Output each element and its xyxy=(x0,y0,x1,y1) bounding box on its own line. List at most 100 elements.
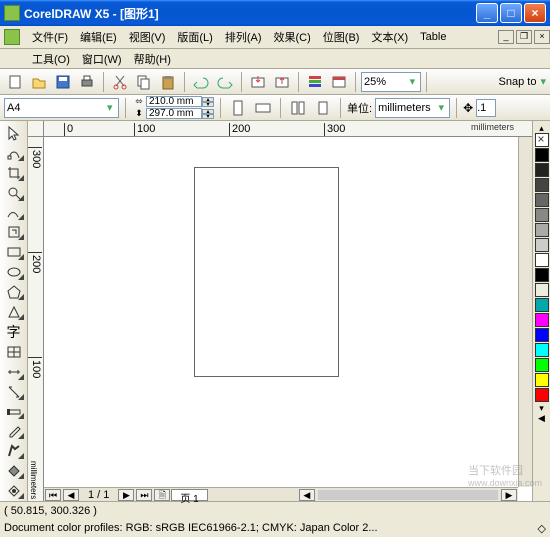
scrollbar-horizontal[interactable] xyxy=(318,490,498,500)
menu-edit[interactable]: 编辑(E) xyxy=(74,26,123,48)
scroll-right-button[interactable]: ▶ xyxy=(501,489,517,501)
mdi-restore[interactable]: ❐ xyxy=(516,30,532,44)
spin-down[interactable]: ▾ xyxy=(202,102,214,107)
color-swatch[interactable] xyxy=(535,298,549,312)
color-swatch[interactable] xyxy=(535,358,549,372)
cut-button[interactable] xyxy=(109,71,131,93)
maximize-button[interactable]: □ xyxy=(500,3,522,23)
landscape-button[interactable] xyxy=(252,97,274,119)
menu-bitmap[interactable]: 位图(B) xyxy=(317,26,366,48)
color-swatch[interactable] xyxy=(535,328,549,342)
print-button[interactable] xyxy=(76,71,98,93)
next-page-button[interactable]: ▶ xyxy=(118,489,134,501)
ruler-origin[interactable] xyxy=(28,121,44,137)
snapto-label[interactable]: Snap to xyxy=(499,76,539,88)
currentpage-button[interactable] xyxy=(312,97,334,119)
color-swatch[interactable] xyxy=(535,283,549,297)
color-swatch[interactable] xyxy=(535,253,549,267)
menu-window[interactable]: 窗口(W) xyxy=(76,48,128,70)
save-button[interactable] xyxy=(52,71,74,93)
paste-button[interactable] xyxy=(157,71,179,93)
outline-tool[interactable] xyxy=(2,441,26,461)
color-swatch[interactable] xyxy=(535,343,549,357)
nudge-input[interactable] xyxy=(476,99,496,117)
color-swatch[interactable] xyxy=(535,388,549,402)
open-button[interactable] xyxy=(28,71,50,93)
text-tool[interactable]: 字 xyxy=(2,322,26,342)
scroll-left-button[interactable]: ◀ xyxy=(299,489,315,501)
canvas[interactable] xyxy=(44,137,518,487)
menu-file[interactable]: 文件(F) xyxy=(26,26,74,48)
allpages-button[interactable] xyxy=(287,97,309,119)
page-width-input[interactable] xyxy=(146,96,202,107)
app-launcher-button[interactable] xyxy=(304,71,326,93)
page[interactable] xyxy=(194,167,339,377)
interactive-tool[interactable] xyxy=(2,402,26,422)
new-button[interactable] xyxy=(4,71,26,93)
close-button[interactable]: × xyxy=(524,3,546,23)
polygon-tool[interactable] xyxy=(2,282,26,302)
fill-tool[interactable] xyxy=(2,461,26,481)
color-swatch[interactable] xyxy=(535,178,549,192)
mdi-minimize[interactable]: _ xyxy=(498,30,514,44)
color-swatch[interactable] xyxy=(535,313,549,327)
add-page-button[interactable]: 🗎 xyxy=(154,489,170,501)
copy-button[interactable] xyxy=(133,71,155,93)
redo-button[interactable] xyxy=(214,71,236,93)
mdi-close[interactable]: × xyxy=(534,30,550,44)
color-swatch[interactable] xyxy=(535,193,549,207)
freehand-tool[interactable] xyxy=(2,203,26,223)
menu-effects[interactable]: 效果(C) xyxy=(268,26,317,48)
color-swatch[interactable] xyxy=(535,223,549,237)
crop-tool[interactable] xyxy=(2,163,26,183)
menu-text[interactable]: 文本(X) xyxy=(365,26,414,48)
pagesize-input[interactable] xyxy=(7,102,104,114)
export-button[interactable] xyxy=(271,71,293,93)
menu-arrange[interactable]: 排列(A) xyxy=(219,26,268,48)
pagesize-combo[interactable]: ▾ xyxy=(4,98,119,118)
basicshape-tool[interactable] xyxy=(2,302,26,322)
minimize-button[interactable]: _ xyxy=(476,3,498,23)
last-page-button[interactable]: ⏭ xyxy=(136,489,152,501)
color-swatch[interactable] xyxy=(535,268,549,282)
page-tab[interactable]: 页 1 xyxy=(171,489,207,501)
palette-expand[interactable]: ◀ xyxy=(535,413,549,423)
menu-layout[interactable]: 版面(L) xyxy=(171,26,218,48)
color-swatch[interactable] xyxy=(535,373,549,387)
connector-tool[interactable] xyxy=(2,382,26,402)
units-input[interactable] xyxy=(378,102,435,114)
zoom-combo[interactable]: ▾ xyxy=(361,72,421,92)
shape-tool[interactable] xyxy=(2,143,26,163)
ruler-vertical[interactable]: 300 200 100 millimeters xyxy=(28,137,44,501)
menu-tools[interactable]: 工具(O) xyxy=(26,48,76,70)
first-page-button[interactable]: ⏮ xyxy=(45,489,61,501)
color-swatch[interactable] xyxy=(535,163,549,177)
zoom-input[interactable] xyxy=(364,76,407,88)
welcome-button[interactable] xyxy=(328,71,350,93)
pick-tool[interactable] xyxy=(2,123,26,143)
eyedropper-tool[interactable] xyxy=(2,421,26,441)
color-swatch[interactable] xyxy=(535,238,549,252)
ruler-horizontal[interactable]: 0 100 200 300 millimeters xyxy=(44,121,532,137)
scrollbar-vertical[interactable] xyxy=(518,137,532,487)
ellipse-tool[interactable] xyxy=(2,262,26,282)
table-tool[interactable] xyxy=(2,342,26,362)
spin-down[interactable]: ▾ xyxy=(202,114,214,119)
smart-fill-tool[interactable] xyxy=(2,222,26,242)
undo-button[interactable] xyxy=(190,71,212,93)
color-swatch[interactable] xyxy=(535,148,549,162)
zoom-tool[interactable] xyxy=(2,183,26,203)
swatch-none[interactable] xyxy=(535,133,549,147)
rectangle-tool[interactable] xyxy=(2,242,26,262)
palette-down[interactable]: ▾ xyxy=(535,403,549,413)
portrait-button[interactable] xyxy=(227,97,249,119)
menu-table[interactable]: Table xyxy=(414,28,452,46)
import-button[interactable] xyxy=(247,71,269,93)
interactive-fill-tool[interactable] xyxy=(2,481,26,501)
menu-help[interactable]: 帮助(H) xyxy=(128,48,177,70)
units-combo[interactable]: ▾ xyxy=(375,98,450,118)
page-height-input[interactable] xyxy=(146,108,202,119)
menu-view[interactable]: 视图(V) xyxy=(123,26,172,48)
color-swatch[interactable] xyxy=(535,208,549,222)
dimension-tool[interactable] xyxy=(2,362,26,382)
